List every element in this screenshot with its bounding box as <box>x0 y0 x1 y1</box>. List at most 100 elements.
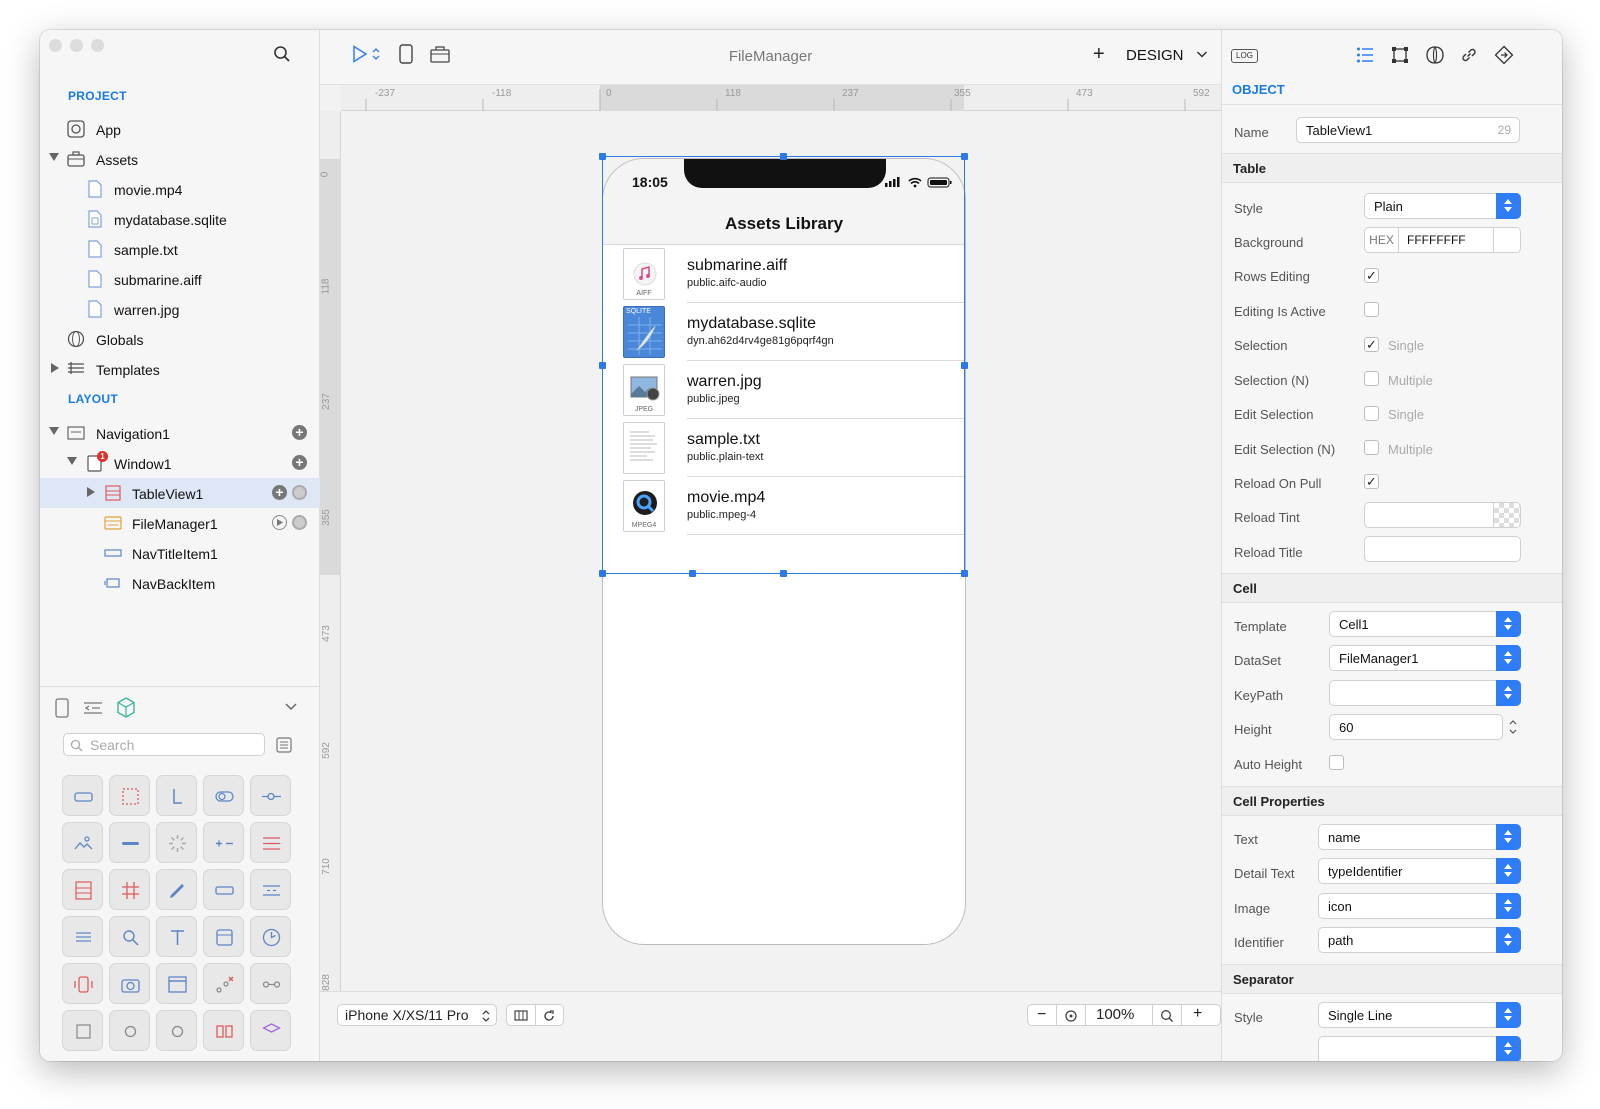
watch-component[interactable] <box>109 1010 150 1051</box>
tree-item-tableview[interactable]: TableView1 + <box>40 478 320 508</box>
separator-style-select[interactable]: Single Line <box>1318 1002 1521 1028</box>
tree-item-assets[interactable]: Assets <box>40 144 320 174</box>
editing-active-checkbox[interactable] <box>1364 302 1379 317</box>
search-icon[interactable] <box>273 45 291 63</box>
next-field-partial[interactable] <box>1318 1036 1521 1061</box>
disclosure-down-icon[interactable] <box>49 153 59 161</box>
edit-selection-n-checkbox[interactable] <box>1364 440 1379 455</box>
resize-handle[interactable] <box>961 362 968 369</box>
tree-item-navback[interactable]: NavBackItem <box>40 568 320 598</box>
style-inspector-icon[interactable] <box>1425 45 1445 65</box>
tree-item-navigation[interactable]: Navigation1 + <box>40 418 320 448</box>
stackview-component[interactable] <box>250 822 291 863</box>
datepicker-component[interactable] <box>203 916 244 957</box>
gesture-component[interactable] <box>203 963 244 1004</box>
disclosure-down-icon[interactable] <box>49 427 59 435</box>
activity-component[interactable] <box>156 822 197 863</box>
timer-component[interactable] <box>250 916 291 957</box>
size-inspector-icon[interactable] <box>1391 46 1409 64</box>
log-button[interactable]: LOG <box>1231 49 1258 63</box>
resize-handle[interactable] <box>599 153 606 160</box>
tree-item-file[interactable]: warren.jpg <box>40 294 320 324</box>
textview-component[interactable] <box>62 916 103 957</box>
pages-component[interactable] <box>203 1010 244 1051</box>
haptic-component[interactable] <box>62 963 103 1004</box>
close-window-button[interactable] <box>49 39 62 52</box>
tree-item-app[interactable]: App <box>40 114 320 144</box>
dataset-select[interactable]: FileManager1 <box>1329 645 1521 671</box>
add-child-button[interactable]: + <box>292 455 307 470</box>
add-button[interactable]: + <box>1093 43 1105 66</box>
zoom-out-button[interactable]: − <box>1037 1006 1046 1024</box>
resize-handle[interactable] <box>689 570 696 577</box>
text-component[interactable] <box>156 916 197 957</box>
status-dot-icon[interactable] <box>292 515 307 530</box>
keypath-select[interactable] <box>1329 680 1521 706</box>
add-child-button[interactable]: + <box>292 425 307 440</box>
layers-component[interactable] <box>250 1010 291 1051</box>
reload-title-field[interactable] <box>1364 536 1521 562</box>
reload-pull-checkbox[interactable]: ✓ <box>1364 474 1379 489</box>
detail-keypath-select[interactable]: typeIdentifier <box>1318 858 1521 884</box>
list-view-icon[interactable] <box>276 737 292 753</box>
tree-item-file[interactable]: submarine.aiff <box>40 264 320 294</box>
selection-checkbox[interactable]: ✓ <box>1364 337 1379 352</box>
tree-item-file[interactable]: sample.txt <box>40 234 320 264</box>
transparent-swatch[interactable] <box>1493 503 1520 527</box>
link-icon[interactable] <box>1460 46 1478 64</box>
identifier-keypath-select[interactable]: path <box>1318 927 1521 953</box>
add-child-button[interactable]: + <box>272 485 287 500</box>
tree-item-templates[interactable]: Templates <box>40 354 320 384</box>
switch-component[interactable] <box>203 775 244 816</box>
text-keypath-select[interactable]: name <box>1318 824 1521 850</box>
tree-item-navtitle[interactable]: NavTitleItem1 <box>40 538 320 568</box>
color-swatch[interactable] <box>1493 228 1520 252</box>
minimize-window-button[interactable] <box>70 39 83 52</box>
reload-tint-field[interactable] <box>1364 502 1521 528</box>
progress-component[interactable] <box>109 822 150 863</box>
searchbar-component[interactable] <box>109 916 150 957</box>
cube-icon[interactable] <box>116 697 136 718</box>
background-color-field[interactable]: HEX FFFFFFFF <box>1364 227 1521 253</box>
disclosure-right-icon[interactable] <box>51 363 59 373</box>
shape-component[interactable] <box>62 1010 103 1051</box>
name-field[interactable]: TableView1 29 <box>1296 117 1520 143</box>
image-keypath-select[interactable]: icon <box>1318 893 1521 919</box>
label-component[interactable] <box>156 775 197 816</box>
zoom-search-icon[interactable] <box>1160 1009 1174 1023</box>
auto-height-checkbox[interactable] <box>1329 755 1344 770</box>
actions-icon[interactable] <box>1494 45 1514 65</box>
resize-handle[interactable] <box>780 153 787 160</box>
resize-handle[interactable] <box>961 153 968 160</box>
tree-item-file[interactable]: movie.mp4 <box>40 174 320 204</box>
selection-n-checkbox[interactable] <box>1364 371 1379 386</box>
resize-handle[interactable] <box>961 570 968 577</box>
connection-component[interactable] <box>250 963 291 1004</box>
view-component[interactable] <box>109 775 150 816</box>
template-select[interactable]: Cell1 <box>1329 611 1521 637</box>
tree-item-globals[interactable]: Globals <box>40 324 320 354</box>
orientation-icon[interactable] <box>513 1009 529 1023</box>
disclosure-down-icon[interactable] <box>67 457 77 465</box>
button-component[interactable] <box>62 775 103 816</box>
zoom-in-button[interactable]: + <box>1193 1005 1202 1023</box>
chevron-down-icon[interactable] <box>284 701 298 711</box>
drawing-component[interactable] <box>156 869 197 910</box>
chevron-down-icon[interactable] <box>1196 50 1208 59</box>
table-style-select[interactable]: Plain <box>1364 193 1521 219</box>
segmented-component[interactable] <box>250 869 291 910</box>
properties-list-icon[interactable] <box>1356 46 1374 64</box>
fit-to-screen-icon[interactable] <box>1064 1009 1078 1023</box>
gear-component[interactable] <box>156 1010 197 1051</box>
status-dot-icon[interactable] <box>292 485 307 500</box>
mode-selector[interactable]: DESIGN <box>1126 47 1184 64</box>
tree-item-window[interactable]: 1 Window1 + <box>40 448 320 478</box>
slider-component[interactable] <box>250 775 291 816</box>
navigation-library-icon[interactable] <box>83 700 103 716</box>
resize-handle[interactable] <box>780 570 787 577</box>
device-selector[interactable]: iPhone X/XS/11 Pro <box>337 1004 497 1026</box>
stepper-component[interactable] <box>203 822 244 863</box>
play-icon[interactable] <box>272 515 287 530</box>
video-component[interactable] <box>156 963 197 1004</box>
tree-item-file[interactable]: mydatabase.sqlite <box>40 204 320 234</box>
